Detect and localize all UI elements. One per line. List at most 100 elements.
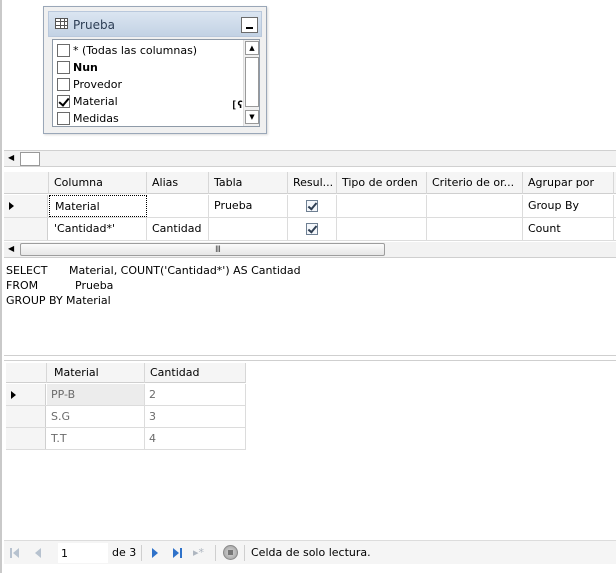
header-alias[interactable]: Alias <box>147 172 209 194</box>
cell-cantidad[interactable]: 2 <box>145 384 246 405</box>
output-checkbox[interactable] <box>306 223 318 235</box>
criteria-header: Columna Alias Tabla Resul... Tipo de ord… <box>4 172 616 194</box>
sql-line-group-by: GROUP BY Material <box>6 294 606 309</box>
column-item-nun[interactable]: Nun <box>55 59 235 76</box>
current-row-icon <box>9 202 14 210</box>
header-criterio-orden[interactable]: Criterio de or... <box>427 172 523 194</box>
row-selector[interactable] <box>4 218 48 240</box>
checkbox[interactable] <box>57 112 70 125</box>
cell-cantidad[interactable]: 3 <box>145 406 246 427</box>
cell-material[interactable]: PP-B <box>47 384 145 405</box>
header-agrupar-por[interactable]: Agrupar por <box>523 172 614 194</box>
sql-keyword: FROM <box>6 279 39 292</box>
column-label: Nun <box>73 61 98 74</box>
scroll-thumb[interactable] <box>245 57 259 107</box>
column-item-medidas[interactable]: Medidas <box>55 110 235 126</box>
column-item-provedor[interactable]: Provedor <box>55 76 235 93</box>
status-message: Celda de solo lectura. <box>251 546 371 559</box>
next-record-icon[interactable] <box>148 546 162 560</box>
result-row[interactable]: T.T 4 <box>6 428 246 450</box>
row-selector[interactable] <box>6 406 46 427</box>
scroll-left-icon[interactable]: ◀ <box>8 244 14 253</box>
table-icon <box>55 18 68 29</box>
criteria-horizontal-scrollbar[interactable]: ◀ III <box>4 242 616 258</box>
scroll-down-icon[interactable]: ▼ <box>245 110 259 124</box>
row-selector[interactable] <box>6 428 46 449</box>
header-tabla[interactable]: Tabla <box>209 172 288 194</box>
cell-cantidad[interactable]: 4 <box>145 428 246 449</box>
diagram-pane: Prueba * (Todas las columnas) Nun Proved… <box>2 0 616 150</box>
sql-body: Prueba <box>75 279 114 292</box>
header-resultado[interactable]: Resul... <box>288 172 337 194</box>
record-navigation-bar: de 3 ▸* Celda de solo lectura. <box>4 540 616 564</box>
checkbox[interactable] <box>57 78 70 91</box>
column-item-all[interactable]: * (Todas las columnas) <box>55 42 235 59</box>
cell-resultado[interactable] <box>288 218 337 240</box>
column-list[interactable]: * (Todas las columnas) Nun Provedor Mate… <box>52 39 260 127</box>
column-item-material[interactable]: Material <box>55 93 235 110</box>
query-designer-window: Prueba * (Todas las columnas) Nun Proved… <box>0 0 616 573</box>
criteria-row[interactable]: Material Prueba Group By <box>4 195 616 218</box>
output-checkbox[interactable] <box>306 200 318 212</box>
header-cantidad[interactable]: Cantidad <box>145 363 246 383</box>
row-selector[interactable] <box>4 195 48 217</box>
first-record-icon[interactable] <box>9 546 23 560</box>
cell-material[interactable]: S.G <box>47 406 145 427</box>
sql-line-select: SELECT Material, COUNT('Cantidad*') AS C… <box>6 264 606 279</box>
checkbox[interactable] <box>57 44 70 57</box>
cell-resultado[interactable] <box>288 195 337 217</box>
cell-criterio-orden[interactable] <box>427 218 523 240</box>
cell-tipo-orden[interactable] <box>337 218 427 240</box>
checkbox[interactable] <box>57 61 70 74</box>
result-row[interactable]: S.G 3 <box>6 406 246 428</box>
results-pane: Material Cantidad PP-B 2 S.G 3 T.T 4 <box>4 360 616 540</box>
sql-line-from: FROM Prueba <box>6 279 606 294</box>
sql-body: Material, COUNT('Cantidad*') AS Cantidad <box>69 264 301 277</box>
column-label: Material <box>73 95 118 108</box>
scroll-thumb[interactable]: III <box>20 243 385 256</box>
header-columna[interactable]: Columna <box>49 172 147 194</box>
diagram-horizontal-scrollbar[interactable]: ◀ <box>4 150 616 167</box>
cell-tipo-orden[interactable] <box>337 195 427 217</box>
cell-criterio-orden[interactable] <box>427 195 523 217</box>
table-window-prueba[interactable]: Prueba * (Todas las columnas) Nun Proved… <box>43 6 267 134</box>
scroll-left-icon[interactable]: ◀ <box>8 153 14 162</box>
scroll-up-icon[interactable]: ▲ <box>245 41 259 55</box>
sql-pane[interactable]: SELECT Material, COUNT('Cantidad*') AS C… <box>4 262 616 356</box>
minimize-button[interactable] <box>241 17 258 33</box>
row-selector[interactable] <box>6 384 46 405</box>
sql-keyword: SELECT <box>6 264 48 277</box>
cell-columna[interactable]: Material <box>49 195 147 217</box>
cell-agrupar-por[interactable]: Count <box>523 218 614 240</box>
column-label: * (Todas las columnas) <box>73 44 198 57</box>
criteria-row[interactable]: 'Cantidad*' Cantidad Count <box>4 218 616 241</box>
current-page-input[interactable] <box>58 543 108 563</box>
row-selector-header <box>6 363 47 383</box>
cell-columna[interactable]: 'Cantidad*' <box>49 218 147 240</box>
cell-material[interactable]: T.T <box>47 428 145 449</box>
previous-record-icon[interactable] <box>32 546 46 560</box>
last-record-icon[interactable] <box>170 546 184 560</box>
column-list-scrollbar[interactable]: ▲ ▼ <box>243 40 259 126</box>
header-material[interactable]: Material <box>47 363 145 383</box>
cell-alias[interactable] <box>147 195 209 217</box>
table-title: Prueba <box>73 18 115 32</box>
header-tipo-orden[interactable]: Tipo de orden <box>337 172 427 194</box>
cell-agrupar-por[interactable]: Group By <box>523 195 614 217</box>
result-row[interactable]: PP-B 2 <box>6 384 246 406</box>
checkbox-checked[interactable] <box>57 95 70 108</box>
scroll-thumb[interactable] <box>20 152 40 166</box>
new-record-icon[interactable]: ▸* <box>193 546 207 560</box>
column-label: Provedor <box>73 78 122 91</box>
row-selector-header <box>4 172 49 194</box>
cell-tabla[interactable] <box>209 218 288 240</box>
sql-body: Material <box>66 294 111 307</box>
cell-alias[interactable]: Cantidad <box>147 218 209 240</box>
cell-tabla[interactable]: Prueba <box>209 195 288 217</box>
criteria-grid: Columna Alias Tabla Resul... Tipo de ord… <box>4 172 616 244</box>
scroll-grip-icon: III <box>215 245 221 255</box>
current-row-icon <box>11 391 16 399</box>
results-header: Material Cantidad <box>6 363 246 383</box>
stop-icon[interactable] <box>223 545 238 560</box>
table-titlebar[interactable]: Prueba <box>48 11 262 37</box>
